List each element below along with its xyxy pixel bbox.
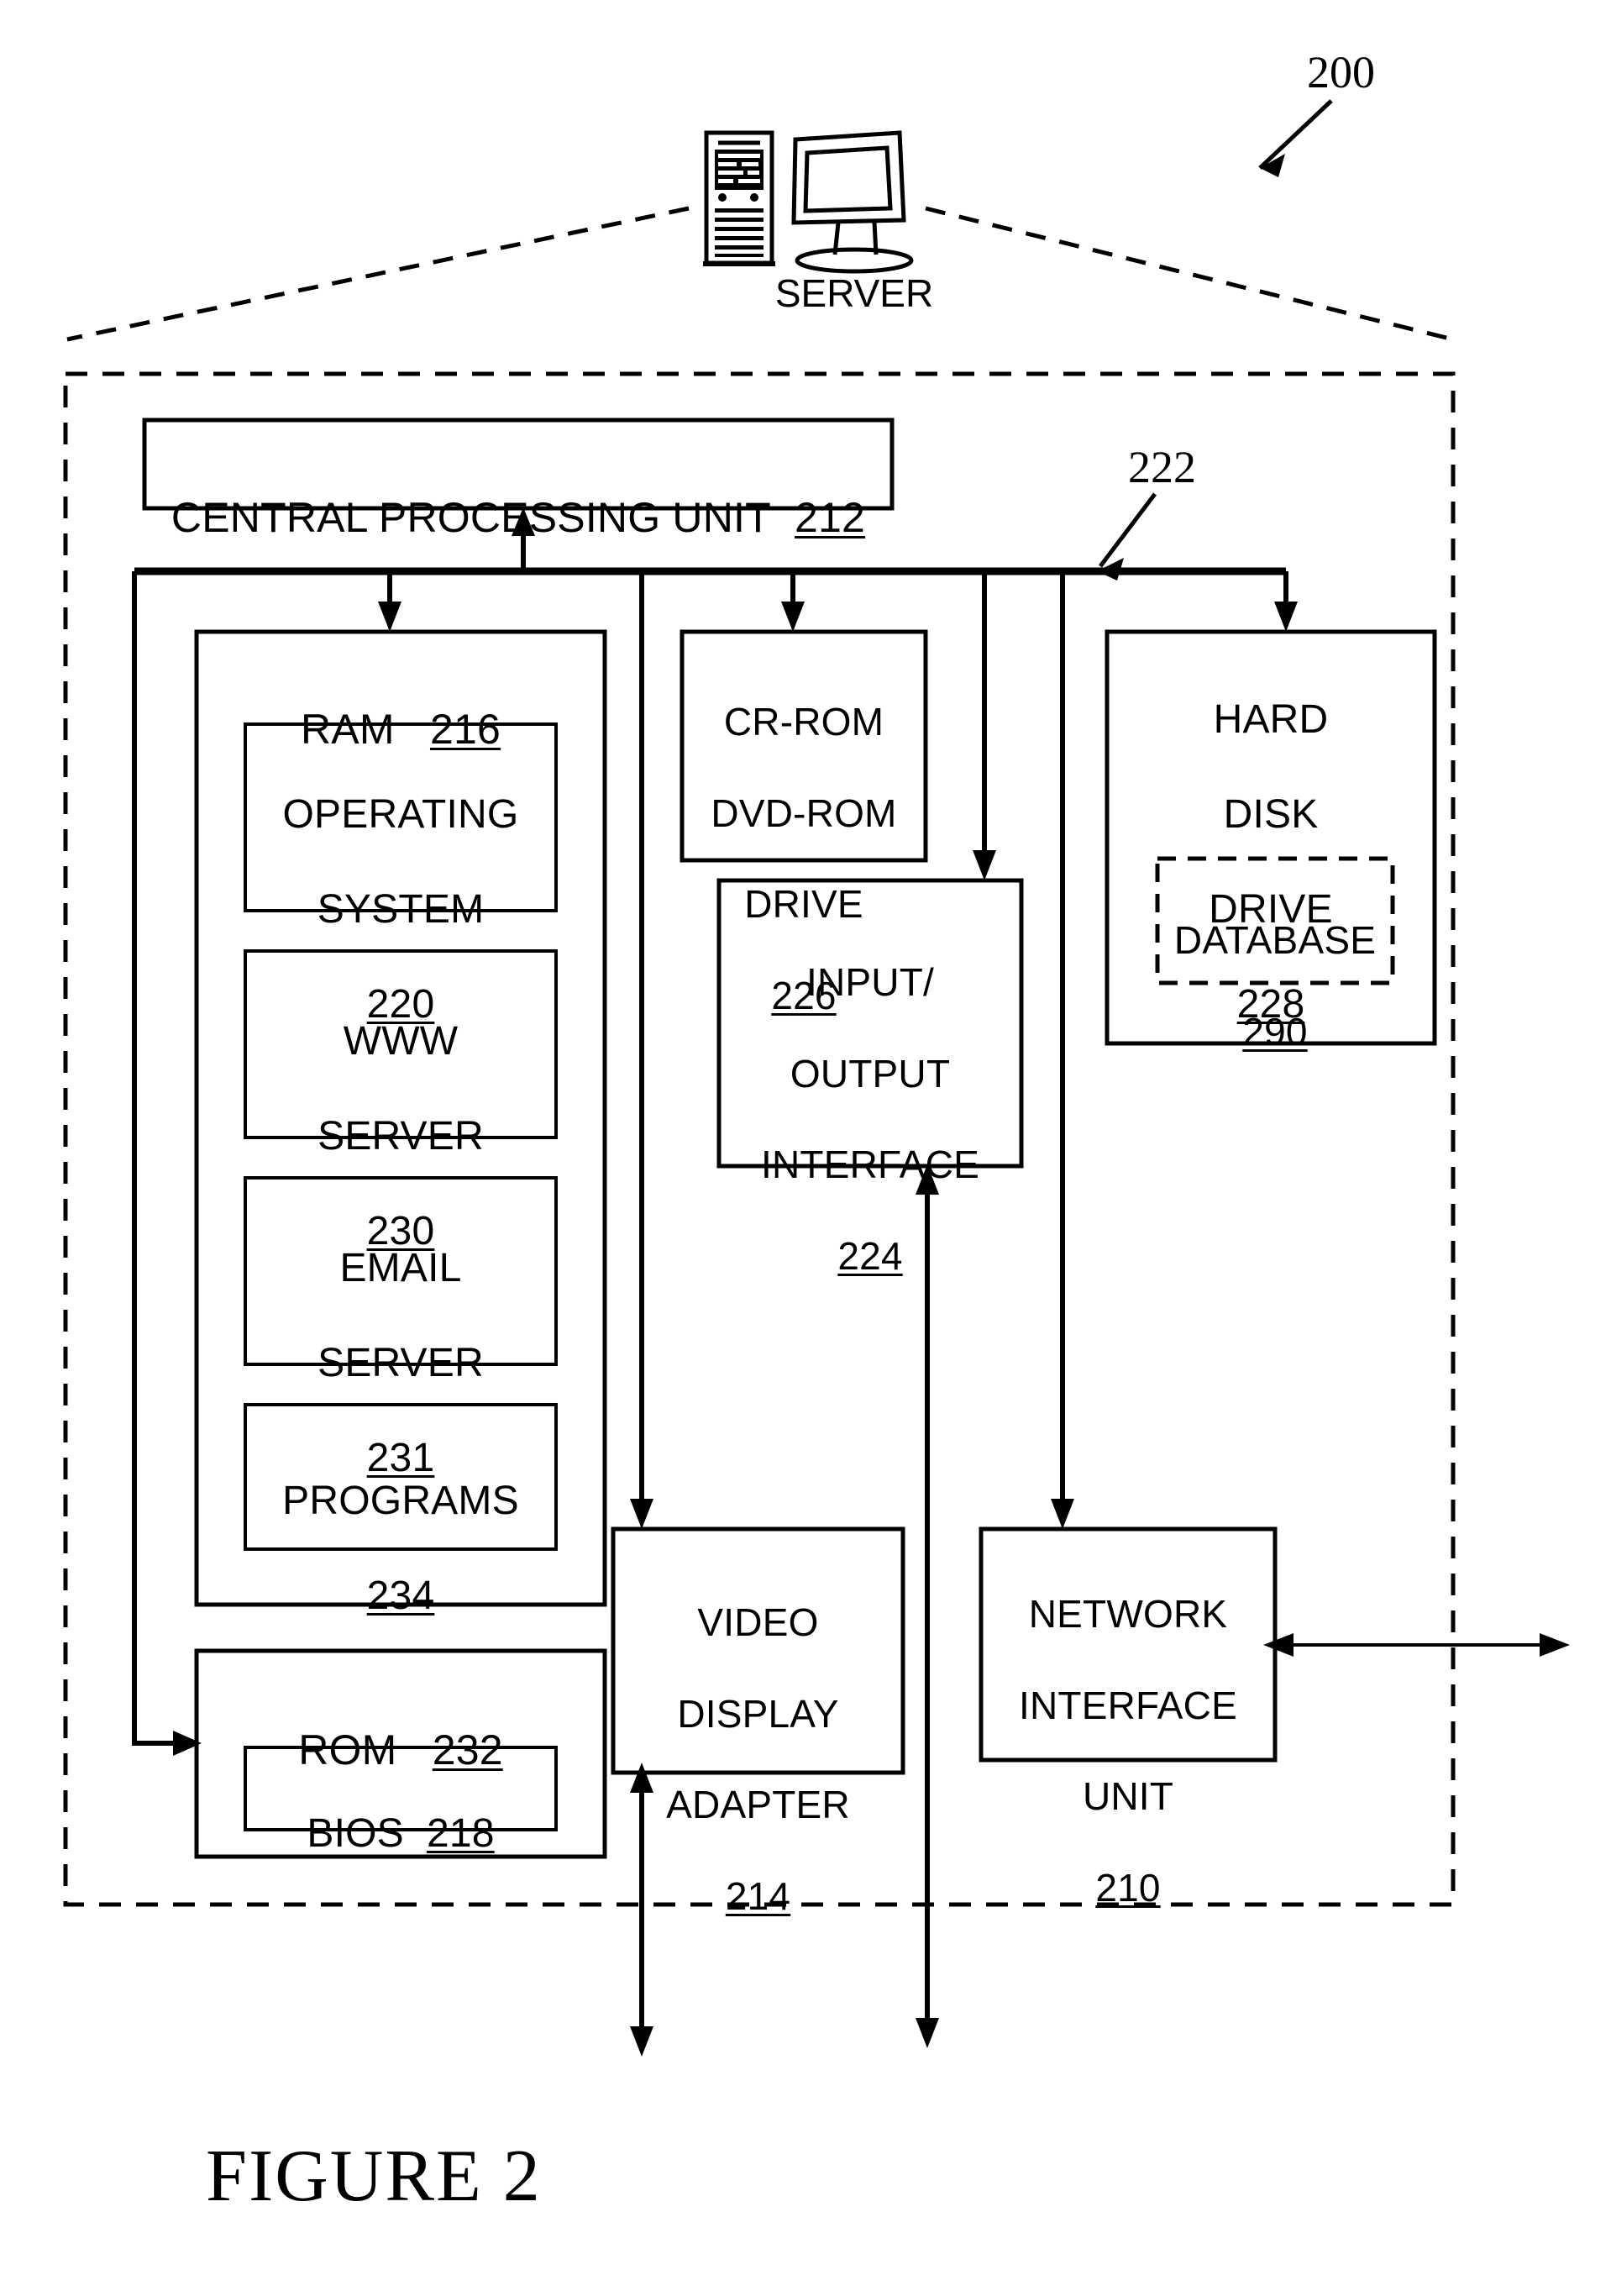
- email-server-line1: EMAIL: [339, 1245, 462, 1290]
- hard-disk-drive-line1: HARD: [1213, 696, 1329, 742]
- network-interface-unit-ref: 210: [1095, 1865, 1161, 1910]
- database-block: DATABASE 290: [1157, 872, 1393, 1054]
- network-interface-unit-line3: UNIT: [1082, 1774, 1174, 1819]
- database-line1: DATABASE: [1173, 918, 1377, 963]
- network-interface-unit-line1: NETWORK: [1028, 1592, 1228, 1637]
- io-interface-line3: INTERFACE: [761, 1143, 979, 1187]
- ram-block: RAM 216: [197, 655, 605, 754]
- email-server-line2: SERVER: [317, 1340, 484, 1385]
- hard-disk-drive-line2: DISK: [1223, 791, 1319, 837]
- patent-figure-page: SERVER 200 222 CENTRAL PROCESSING UNIT 2…: [0, 0, 1611, 2296]
- io-interface-line1: INPUT/: [806, 960, 934, 1005]
- programs-block: PROGRAMS 234: [245, 1430, 556, 1621]
- io-interface-block: INPUT/ OUTPUT INTERFACE 224: [719, 914, 1021, 1279]
- database-ref: 290: [1242, 1009, 1308, 1053]
- cpu-block: CENTRAL PROCESSING UNIT 212: [144, 444, 892, 543]
- io-interface-ref: 224: [837, 1233, 903, 1278]
- cpu-ref: 212: [795, 494, 866, 541]
- video-display-adapter-block: VIDEO DISPLAY ADAPTER 214: [613, 1554, 903, 1919]
- server-icon-label: SERVER: [774, 271, 934, 315]
- rom-block: ROM 232: [197, 1676, 605, 1775]
- network-interface-unit-line2: INTERFACE: [1019, 1683, 1237, 1727]
- network-interface-unit-block: NETWORK INTERFACE UNIT 210: [981, 1546, 1275, 1910]
- bios-block: BIOS 218: [245, 1763, 556, 1857]
- programs-line1: PROGRAMS: [282, 1478, 519, 1523]
- figure-caption: FIGURE 2: [206, 2136, 542, 2217]
- operating-system-line1: OPERATING: [282, 791, 519, 837]
- programs-ref: 234: [366, 1573, 435, 1618]
- video-display-adapter-line1: VIDEO: [697, 1600, 819, 1645]
- www-server-line1: WWW: [343, 1018, 459, 1064]
- cdrom-drive-line1: CR-ROM: [723, 700, 884, 744]
- cpu-title: CENTRAL PROCESSING UNIT: [171, 494, 771, 541]
- video-display-adapter-line2: DISPLAY: [677, 1691, 839, 1736]
- operating-system-line2: SYSTEM: [317, 886, 485, 932]
- video-display-adapter-ref: 214: [725, 1873, 791, 1918]
- bus-reference-numeral: 222: [1128, 442, 1196, 492]
- bios-title: BIOS: [307, 1810, 404, 1856]
- video-display-adapter-line3: ADAPTER: [666, 1783, 850, 1827]
- system-reference-numeral: 200: [1307, 47, 1375, 97]
- cdrom-drive-line2: DVD-ROM: [711, 791, 897, 835]
- server-computer-icon: [703, 130, 914, 274]
- www-server-line2: SERVER: [317, 1113, 484, 1159]
- bios-ref: 218: [426, 1810, 495, 1856]
- io-interface-line2: OUTPUT: [790, 1051, 951, 1095]
